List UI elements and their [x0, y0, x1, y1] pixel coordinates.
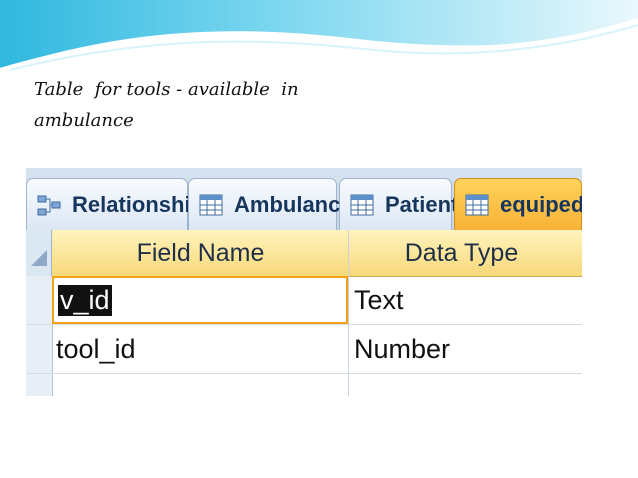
object-tab-bar: Relationships Ambulance Patient equiped [26, 168, 582, 230]
tab-relationships[interactable]: Relationships [26, 178, 216, 230]
table-row[interactable]: tool_id Number [26, 325, 582, 374]
relationships-icon [37, 195, 61, 215]
row-selector[interactable] [26, 276, 53, 324]
row-selector[interactable] [26, 374, 53, 396]
tab-patient[interactable]: Patient [339, 178, 458, 230]
selected-field-name[interactable]: v_id [58, 284, 112, 316]
caption-line-1: Table for tools - available in [34, 79, 299, 100]
field-name-cell[interactable]: tool_id [52, 325, 348, 373]
tab-label: equiped [500, 191, 582, 217]
table-icon [465, 194, 489, 215]
select-all-triangle-icon [31, 250, 47, 266]
column-header-field-name[interactable]: Field Name [52, 230, 349, 276]
design-grid-header: Field Name Data Type [26, 230, 582, 277]
table-icon [199, 194, 223, 215]
data-type-cell[interactable] [349, 374, 574, 396]
tab-ambulance[interactable]: Ambulance [188, 178, 353, 230]
column-header-data-type[interactable]: Data Type [349, 230, 574, 276]
data-type-cell[interactable]: Number [349, 325, 574, 373]
field-name-cell[interactable] [52, 374, 348, 396]
slide-caption: Table for tools - available in ambulance [34, 74, 334, 136]
table-icon [350, 194, 374, 215]
slide-header-wave [0, 0, 638, 72]
data-type-cell[interactable]: Text [349, 276, 574, 324]
access-table-design-view: Relationships Ambulance Patient equiped … [26, 168, 582, 396]
table-row[interactable] [26, 374, 582, 396]
field-name-cell[interactable]: v_id [52, 276, 348, 324]
caption-line-2: ambulance [34, 110, 134, 131]
select-all-cell[interactable] [26, 230, 52, 276]
row-selector[interactable] [26, 325, 53, 373]
tab-label: Patient [385, 191, 459, 217]
table-row[interactable]: v_id Text [26, 276, 582, 325]
tab-label: Ambulance [234, 191, 353, 217]
tab-equiped[interactable]: equiped [454, 178, 582, 230]
